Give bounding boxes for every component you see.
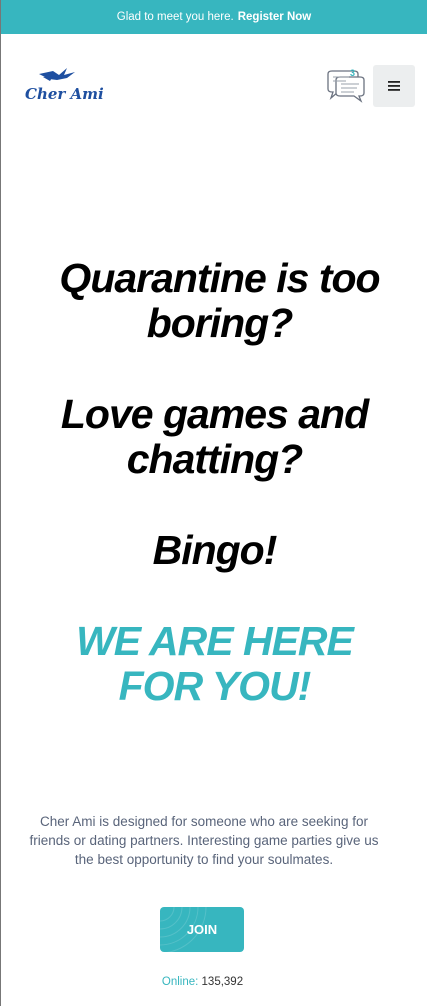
chat-bubbles-icon — [327, 70, 365, 103]
chat-badge: 3 — [350, 68, 356, 78]
join-button[interactable]: JOIN — [160, 907, 244, 952]
dove-icon — [39, 68, 75, 81]
hero-accent-headline: WE ARE HERE FOR YOU! — [76, 618, 354, 709]
hero-headline-bingo: Bingo! — [152, 527, 278, 573]
hero: Quarantine is too boring? Love games and… — [1, 256, 427, 709]
page: Glad to meet you here. Register Now Cher… — [0, 0, 427, 1006]
hero-headline-games: Love games and chatting? — [60, 391, 369, 482]
online-counter: Online: 135,392 — [1, 976, 404, 988]
join-label: JOIN — [186, 922, 218, 937]
hero-headline-quarantine: Quarantine is too boring? — [59, 255, 380, 346]
online-label: Online: — [161, 976, 199, 988]
description: Cher Ami is designed for someone who are… — [29, 814, 379, 867]
menu-button[interactable] — [373, 65, 415, 107]
banner-text: Glad to meet you here. — [116, 11, 234, 23]
hamburger-menu-icon — [388, 81, 400, 91]
header: Cher Ami 3 — [1, 34, 427, 144]
online-count: 135,392 — [201, 976, 244, 988]
register-now-link[interactable]: Register Now — [238, 11, 312, 23]
top-banner: Glad to meet you here. Register Now — [1, 0, 427, 34]
chat-button[interactable]: 3 — [324, 68, 368, 104]
logo[interactable]: Cher Ami — [23, 66, 104, 106]
logo-text: Cher Ami — [25, 85, 104, 103]
